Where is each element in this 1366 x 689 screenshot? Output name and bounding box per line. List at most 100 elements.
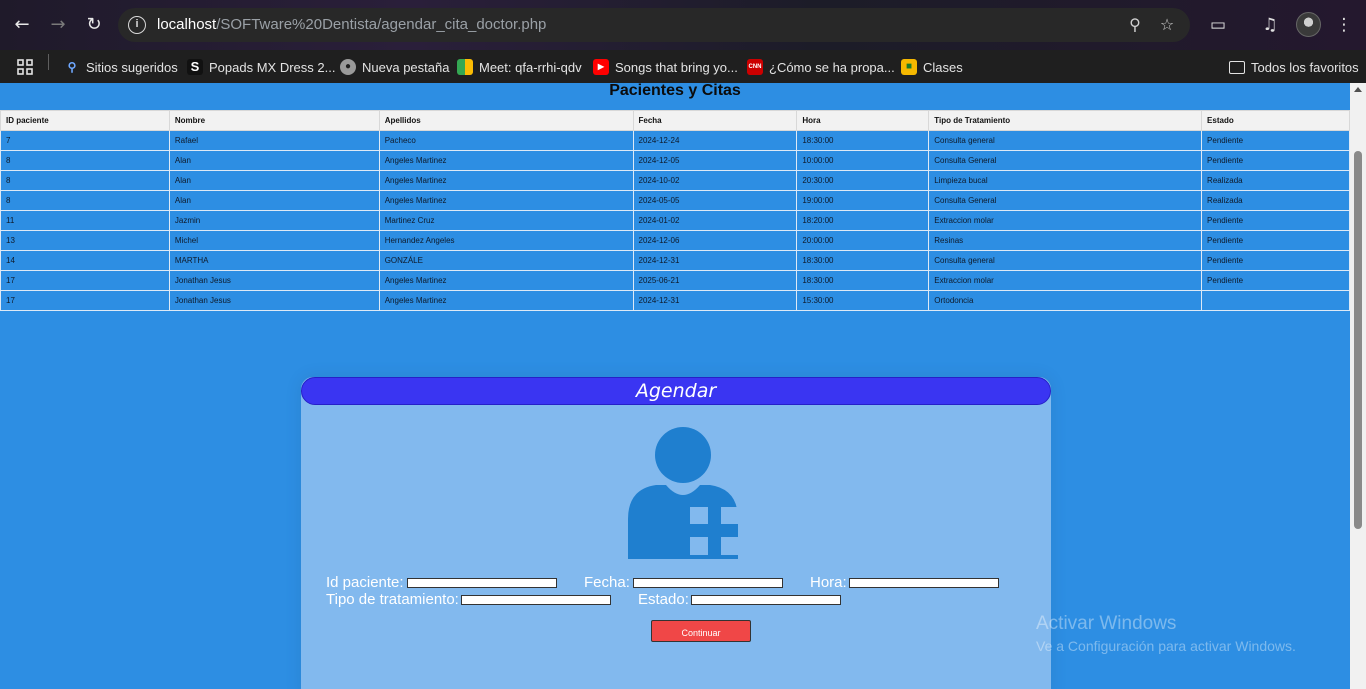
address-bar[interactable]: i localhost/SOFTware%20Dentista/agendar_… [118,8,1190,42]
continuar-button[interactable]: Continuar [651,620,751,642]
zoom-icon[interactable]: ⚲ [1124,14,1146,36]
cell-id: 8 [0,170,170,191]
bookmarks-separator [48,54,49,70]
browser-toolbar: ← → ↻ i localhost/SOFTware%20Dentista/ag… [0,0,1366,50]
extensions-icon[interactable]: ▭ [1206,13,1230,37]
cell-tratamiento: Extraccion molar [928,210,1203,231]
scroll-up-arrow-icon[interactable] [1354,87,1362,92]
bookmark-songs[interactable]: ▶ Songs that bring yo... [593,55,738,79]
cell-tratamiento: Ortodoncia [928,290,1203,311]
col-header-estado: Estado [1201,110,1350,131]
table-row: 13 Michel Hernandez Angeles 2024-12-06 20:00… [0,230,1350,251]
table-header-row: ID paciente Nombre Apellidos Fecha Hora … [0,110,1350,131]
id-paciente-input[interactable] [407,578,557,588]
cell-apellidos: Pacheco [378,130,634,151]
hora-input[interactable] [849,578,999,588]
bookmark-label: Songs that bring yo... [615,59,738,75]
cell-estado: Realizada [1201,170,1350,191]
appointments-table: ID paciente Nombre Apellidos Fecha Hora … [0,110,1350,311]
youtube-icon: ▶ [593,59,609,75]
site-info-icon[interactable]: i [128,16,146,34]
reload-icon[interactable]: ↻ [82,13,106,37]
cell-apellidos: Angeles Martinez [378,290,634,311]
cell-id: 7 [0,130,170,151]
bookmark-sitios-sugeridos[interactable]: ⚲ Sitios sugeridos [64,55,178,79]
bookmark-star-icon[interactable]: ☆ [1156,14,1178,36]
col-header-tratamiento: Tipo de Tratamiento [928,110,1203,131]
cell-id: 17 [0,290,170,311]
page-content: Pacientes y Citas ID paciente Nombre Ape… [0,83,1350,689]
menu-kebab-icon[interactable]: ⋮ [1332,13,1356,37]
watermark-subtitle: Ve a Configuración para activar Windows. [1036,638,1296,654]
bookmark-cnn[interactable]: CNN ¿Cómo se ha propa... [747,55,895,79]
cell-hora: 20:00:00 [796,230,930,251]
tratamiento-input[interactable] [461,595,611,605]
col-header-nombre: Nombre [168,110,380,131]
table-row: 8 Alan Angeles Martinez 2024-05-05 19:00:00 C… [0,190,1350,211]
url-text[interactable]: localhost/SOFTware%20Dentista/agendar_ci… [157,16,546,33]
folder-icon [1229,60,1245,74]
forward-arrow-icon[interactable]: → [46,13,70,37]
cell-nombre: Alan [168,190,380,211]
bookmark-label: Popads MX Dress 2... [209,59,336,75]
cell-estado: Pendiente [1201,130,1350,151]
col-header-id: ID paciente [0,110,170,131]
form-header: Agendar [301,377,1051,405]
id-paciente-label: Id paciente: [326,574,404,591]
cell-fecha: 2024-12-06 [632,230,798,251]
cell-tratamiento: Consulta general [928,130,1203,151]
cell-nombre: Alan [168,170,380,191]
cell-id: 13 [0,230,170,251]
cell-nombre: Alan [168,150,380,171]
col-header-hora: Hora [796,110,930,131]
cell-hora: 18:30:00 [796,270,930,291]
estado-input[interactable] [691,595,841,605]
cell-id: 17 [0,270,170,291]
cell-tratamiento: Resinas [928,230,1203,251]
cell-nombre: Michel [168,230,380,251]
cell-fecha: 2024-01-02 [632,210,798,231]
bookmark-meet[interactable]: Meet: qfa-rrhi-qdv [457,55,582,79]
cell-hora: 18:30:00 [796,250,930,271]
page-scrollbar[interactable] [1350,83,1366,689]
cell-fecha: 2024-12-31 [632,290,798,311]
media-control-icon[interactable]: ♫ [1258,13,1282,37]
cell-apellidos: Martinez Cruz [378,210,634,231]
cell-hora: 19:00:00 [796,190,930,211]
cell-estado: Pendiente [1201,230,1350,251]
fecha-label: Fecha: [584,574,630,591]
bookmark-popads[interactable]: S Popads MX Dress 2... [187,55,335,79]
cell-fecha: 2024-05-05 [632,190,798,211]
cell-tratamiento: Consulta General [928,190,1203,211]
table-row: 14 MARTHA GONZÁLE 2024-12-31 18:30:00 Consult… [0,250,1350,271]
cell-id: 8 [0,190,170,211]
cell-hora: 10:00:00 [796,150,930,171]
apps-grid-icon[interactable] [16,55,34,79]
url-path: /SOFTware%20Dentista/agendar_cita_doctor… [216,16,547,33]
table-row: 11 Jazmin Martinez Cruz 2024-01-02 18:20:00 E… [0,210,1350,231]
page-title: Pacientes y Citas [609,83,741,99]
all-bookmarks-folder[interactable]: Todos los favoritos [1229,55,1359,79]
bookmark-label: Meet: qfa-rrhi-qdv [479,59,582,75]
classroom-icon: ■ [901,59,917,75]
cell-hora: 15:30:00 [796,290,930,311]
cnn-icon: CNN [747,59,763,75]
scrollbar-thumb[interactable] [1354,151,1362,529]
table-row: 7 Rafael Pacheco 2024-12-24 18:30:00 Consulta… [0,130,1350,151]
cell-fecha: 2024-10-02 [632,170,798,191]
table-row: 17 Jonathan Jesus Angeles Martinez 2025-06-… [0,270,1350,291]
bookmark-nueva-pestana[interactable]: ● Nueva pestaña [340,55,449,79]
hora-label: Hora: [810,574,847,591]
bookmark-clases[interactable]: ■ Clases [901,55,963,79]
profile-avatar[interactable] [1296,12,1321,37]
bookmark-label: Sitios sugeridos [86,59,178,75]
cell-tratamiento: Limpieza bucal [928,170,1203,191]
s-logo-icon: S [187,59,203,75]
cell-hora: 18:30:00 [796,130,930,151]
cell-nombre: Jazmin [168,210,380,231]
back-arrow-icon[interactable]: ← [10,13,34,37]
cell-tratamiento: Extraccion molar [928,270,1203,291]
cell-tratamiento: Consulta general [928,250,1203,271]
fecha-input[interactable] [633,578,783,588]
col-header-apellidos: Apellidos [378,110,634,131]
